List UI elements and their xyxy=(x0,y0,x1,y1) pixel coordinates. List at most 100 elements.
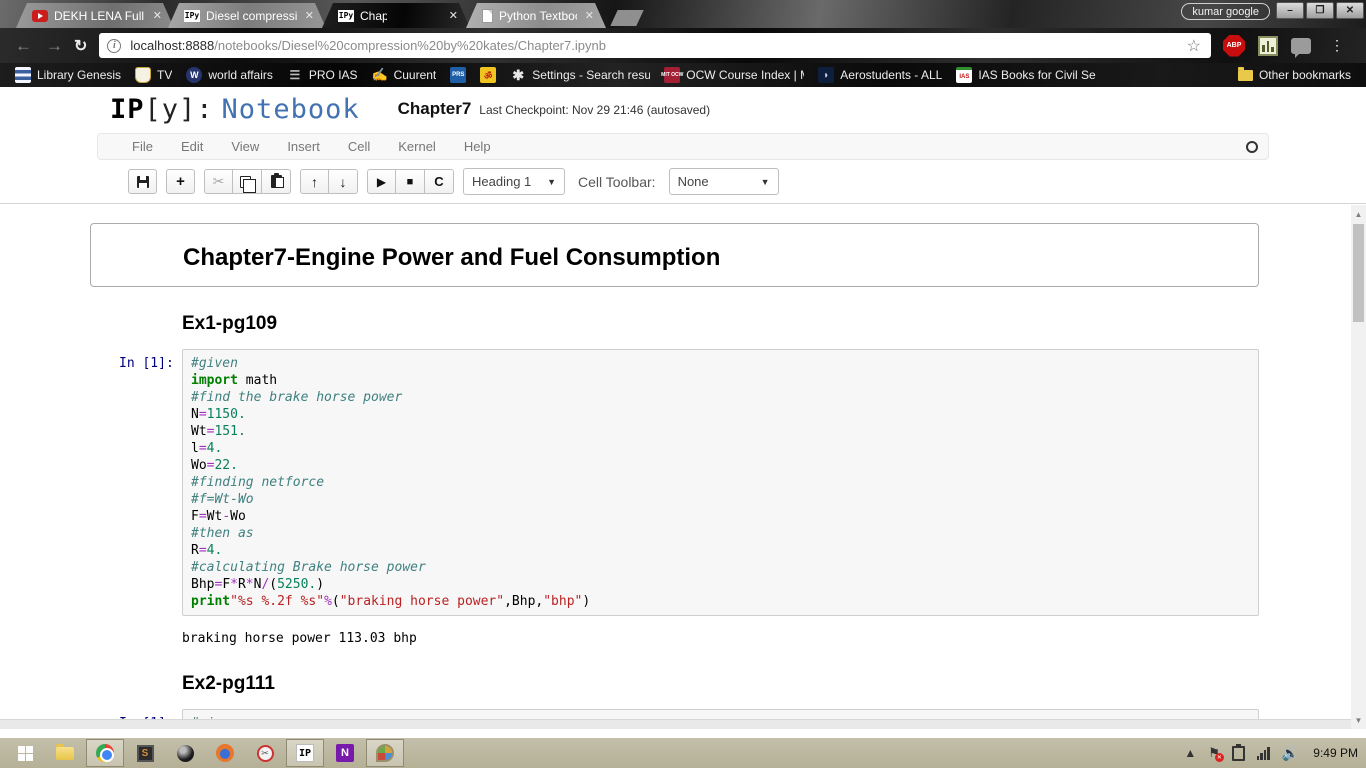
ipython-taskbar-button[interactable]: IP xyxy=(286,739,324,767)
move-cell-down-button[interactable]: ↓ xyxy=(329,169,358,194)
notebook-scroll-area[interactable]: Chapter7-Engine Power and Fuel Consumpti… xyxy=(0,203,1366,729)
browser-tab-chapter7-active[interactable]: IPy Chapter7 ✕ xyxy=(322,3,470,28)
bookmark-star-icon[interactable]: ☆ xyxy=(1185,36,1203,56)
media-app-button[interactable] xyxy=(166,739,204,767)
clock[interactable]: 9:49 PM xyxy=(1313,746,1358,760)
sphere-icon xyxy=(177,745,194,762)
start-button[interactable] xyxy=(6,739,44,767)
other-bookmarks[interactable]: Other bookmarks xyxy=(1231,65,1358,85)
folder-icon xyxy=(56,747,74,760)
paint-taskbar-button[interactable] xyxy=(366,739,404,767)
browser-tab-python-textbook[interactable]: Python Textbook Compa ✕ xyxy=(466,3,606,28)
paste-cell-button[interactable] xyxy=(262,169,291,194)
document-favicon xyxy=(482,9,493,23)
aerostudents-icon: ◗ xyxy=(818,67,834,83)
notebook-title[interactable]: Chapter7 xyxy=(398,99,472,119)
menu-insert[interactable]: Insert xyxy=(273,139,334,154)
menu-cell[interactable]: Cell xyxy=(334,139,384,154)
scrollbar-thumb[interactable] xyxy=(1353,224,1364,322)
palette-icon xyxy=(376,744,394,762)
bookmark-aerostudents[interactable]: ◗ Aerostudents - ALL xyxy=(811,65,949,85)
scissors-icon: ✂ xyxy=(257,745,274,762)
snipping-tool-button[interactable]: ✂ xyxy=(246,739,284,767)
bookmark-library-genesis[interactable]: Library Genesis xyxy=(8,65,128,85)
cut-cell-button[interactable]: ✂ xyxy=(204,169,233,194)
sublime-icon: S xyxy=(137,745,154,762)
restart-kernel-button[interactable]: C xyxy=(425,169,454,194)
scroll-up-icon[interactable]: ▲ xyxy=(1351,207,1366,222)
menu-help[interactable]: Help xyxy=(450,139,505,154)
back-icon[interactable]: ← xyxy=(8,36,39,56)
move-cell-up-button[interactable]: ↑ xyxy=(300,169,329,194)
scroll-down-icon[interactable]: ▼ xyxy=(1351,713,1366,728)
interrupt-kernel-button[interactable]: ■ xyxy=(396,169,425,194)
minimize-button[interactable]: – xyxy=(1276,2,1304,19)
bookmark-clear-ias[interactable]: IAS IAS Books for Civil Se xyxy=(949,65,1102,85)
reload-icon[interactable]: ↻ xyxy=(70,36,95,56)
chrome-taskbar-button[interactable] xyxy=(86,739,124,767)
ex1-heading[interactable]: Ex1-pg109 xyxy=(182,313,1259,335)
battery-icon[interactable] xyxy=(1232,746,1245,761)
bookmark-settings[interactable]: ✱ Settings - Search resu xyxy=(503,65,657,85)
onenote-taskbar-button[interactable]: N xyxy=(326,739,364,767)
arrow-up-icon: ↑ xyxy=(311,174,318,190)
forward-icon[interactable]: → xyxy=(39,36,70,56)
network-signal-icon[interactable] xyxy=(1257,747,1270,760)
cut-icon: ✂ xyxy=(213,173,225,190)
copy-cell-button[interactable] xyxy=(233,169,262,194)
heading-cell-selected[interactable]: Chapter7-Engine Power and Fuel Consumpti… xyxy=(90,223,1259,287)
address-bar[interactable]: i localhost:8888/notebooks/Diesel%20comp… xyxy=(99,33,1211,58)
chevron-down-icon: ▼ xyxy=(761,177,770,187)
vertical-scrollbar[interactable]: ▲ ▼ xyxy=(1351,205,1366,729)
new-tab-button[interactable] xyxy=(610,10,643,26)
tab-close-icon[interactable]: ✕ xyxy=(151,9,164,22)
cell-type-select[interactable]: Heading 1 ▼ xyxy=(463,168,565,195)
tab-close-icon[interactable]: ✕ xyxy=(303,9,316,22)
restore-button[interactable]: ❐ xyxy=(1306,2,1334,19)
code-cell-ex1[interactable]: In [1]: #givenimport math#find the brake… xyxy=(90,349,1259,616)
url-text[interactable]: localhost:8888/notebooks/Diesel%20compre… xyxy=(130,38,1184,53)
browser-menu-icon[interactable]: ⋮ xyxy=(1324,43,1350,48)
adblock-plus-icon[interactable]: ABP xyxy=(1223,35,1245,57)
crest-icon xyxy=(135,67,151,83)
speaker-icon[interactable]: 🔊 xyxy=(1282,745,1299,762)
add-cell-button[interactable]: + xyxy=(166,169,195,194)
sublime-taskbar-button[interactable]: S xyxy=(126,739,164,767)
menu-view[interactable]: View xyxy=(217,139,273,154)
bookmark-tv[interactable]: TV xyxy=(128,65,179,85)
bookmark-ocw[interactable]: MIT OCW OCW Course Index | M xyxy=(657,65,811,85)
horizontal-scrollbar[interactable] xyxy=(0,719,1351,729)
extension-chart-icon[interactable] xyxy=(1258,36,1278,56)
bookmark-cuurent[interactable]: ✍ Cuurent xyxy=(365,65,444,85)
menu-file[interactable]: File xyxy=(118,139,167,154)
bookmark-script[interactable]: ॐ xyxy=(473,65,503,85)
tab-close-icon[interactable]: ✕ xyxy=(583,9,596,22)
hangouts-icon[interactable] xyxy=(1291,38,1311,54)
save-button[interactable] xyxy=(128,169,157,194)
show-hidden-icons[interactable]: ▲ xyxy=(1184,746,1196,760)
close-button[interactable]: ✕ xyxy=(1336,2,1364,19)
code-input-area[interactable]: #givenimport math#find the brake horse p… xyxy=(182,349,1259,616)
bookmark-pro-ias[interactable]: ☰ PRO IAS xyxy=(280,65,365,85)
profile-name-chip[interactable]: kumar google xyxy=(1181,3,1270,20)
cell-toolbar-select[interactable]: None ▼ xyxy=(669,168,779,195)
ex2-heading[interactable]: Ex2-pg111 xyxy=(182,673,1259,695)
file-explorer-button[interactable] xyxy=(46,739,84,767)
menu-kernel[interactable]: Kernel xyxy=(384,139,450,154)
browser-tab-youtube[interactable]: DEKH LENA Full Video S ✕ xyxy=(16,3,174,28)
ipython-logo[interactable]: IP[y]:Notebook xyxy=(110,94,360,125)
folder-icon xyxy=(1238,70,1253,81)
browser-tab-diesel[interactable]: IPy Diesel compression by k ✕ xyxy=(168,3,326,28)
url-path: /notebooks/Diesel%20compression%20by%20k… xyxy=(214,38,606,53)
action-center-flag-icon[interactable]: ⚑ xyxy=(1208,745,1220,761)
bookmark-prs[interactable]: PRS xyxy=(443,65,473,85)
tab-title: DEKH LENA Full Video S xyxy=(54,9,145,23)
notebook-menubar: File Edit View Insert Cell Kernel Help xyxy=(97,133,1269,160)
firefox-taskbar-button[interactable] xyxy=(206,739,244,767)
bookmark-world-affairs[interactable]: W world affairs xyxy=(179,65,279,85)
menu-edit[interactable]: Edit xyxy=(167,139,217,154)
tab-close-icon[interactable]: ✕ xyxy=(447,9,460,22)
run-cell-button[interactable]: ▶ xyxy=(367,169,396,194)
play-icon: ▶ xyxy=(377,175,386,189)
page-info-icon[interactable]: i xyxy=(107,39,121,53)
